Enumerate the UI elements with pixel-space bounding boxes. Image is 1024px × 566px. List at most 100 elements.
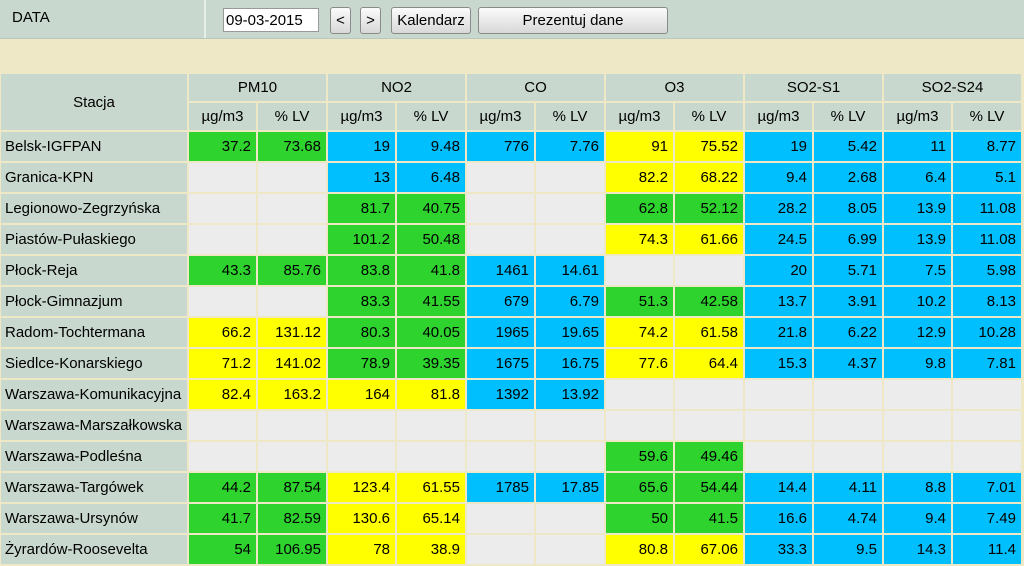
concentration-cell — [467, 163, 534, 192]
limit-percent-cell — [536, 411, 604, 440]
limit-percent-cell: 131.12 — [258, 318, 326, 347]
present-data-button[interactable]: Prezentuj dane — [478, 7, 668, 34]
limit-percent-cell: 73.68 — [258, 132, 326, 161]
limit-percent-cell: 39.35 — [397, 349, 465, 378]
concentration-cell — [328, 442, 395, 471]
station-name: Siedlce-Konarskiego — [1, 349, 187, 378]
concentration-cell: 41.7 — [189, 504, 256, 533]
limit-percent-cell: 14.61 — [536, 256, 604, 285]
table-row: Płock-Gimnazjum 83.3 41.55 679 6.79 51.3 42.58… — [1, 287, 1021, 316]
limit-percent-cell: 81.8 — [397, 380, 465, 409]
unit-header: µg/m3 — [606, 103, 673, 130]
limit-percent-cell: 11.4 — [953, 535, 1021, 564]
concentration-cell — [328, 411, 395, 440]
concentration-cell: 9.4 — [745, 163, 812, 192]
concentration-cell — [189, 287, 256, 316]
concentration-cell: 62.8 — [606, 194, 673, 223]
limit-percent-cell: 85.76 — [258, 256, 326, 285]
limit-percent-cell: 61.58 — [675, 318, 743, 347]
limit-percent-cell: 7.76 — [536, 132, 604, 161]
limit-percent-cell: 17.85 — [536, 473, 604, 502]
limit-percent-cell — [258, 194, 326, 223]
concentration-cell — [606, 380, 673, 409]
limit-percent-cell: 11.08 — [953, 225, 1021, 254]
lv-header: % LV — [536, 103, 604, 130]
limit-percent-cell: 10.28 — [953, 318, 1021, 347]
limit-percent-cell: 75.52 — [675, 132, 743, 161]
pollutant-header: CO — [467, 74, 604, 101]
station-name: Płock-Gimnazjum — [1, 287, 187, 316]
concentration-cell: 20 — [745, 256, 812, 285]
limit-percent-cell: 68.22 — [675, 163, 743, 192]
concentration-cell — [467, 225, 534, 254]
concentration-cell: 77.6 — [606, 349, 673, 378]
station-name: Żyrardów-Roosevelta — [1, 535, 187, 564]
concentration-cell: 21.8 — [745, 318, 812, 347]
calendar-button[interactable]: Kalendarz — [391, 7, 471, 34]
previous-day-button[interactable]: < — [330, 7, 351, 34]
concentration-cell: 13 — [328, 163, 395, 192]
concentration-cell: 28.2 — [745, 194, 812, 223]
concentration-cell: 679 — [467, 287, 534, 316]
limit-percent-cell — [258, 411, 326, 440]
concentration-cell: 9.8 — [884, 349, 951, 378]
limit-percent-cell: 61.55 — [397, 473, 465, 502]
concentration-cell — [745, 380, 812, 409]
concentration-cell: 71.2 — [189, 349, 256, 378]
limit-percent-cell — [814, 442, 882, 471]
limit-percent-cell: 7.81 — [953, 349, 1021, 378]
limit-percent-cell: 40.05 — [397, 318, 465, 347]
station-name: Warszawa-Marszałkowska — [1, 411, 187, 440]
concentration-cell: 82.4 — [189, 380, 256, 409]
concentration-cell: 24.5 — [745, 225, 812, 254]
concentration-cell: 12.9 — [884, 318, 951, 347]
station-name: Warszawa-Komunikacyjna — [1, 380, 187, 409]
limit-percent-cell: 54.44 — [675, 473, 743, 502]
table-row: Płock-Reja 43.3 85.76 83.8 41.8 1461 14.61 20 5.… — [1, 256, 1021, 285]
date-input[interactable] — [223, 8, 319, 32]
limit-percent-cell: 38.9 — [397, 535, 465, 564]
concentration-cell: 11 — [884, 132, 951, 161]
limit-percent-cell: 8.13 — [953, 287, 1021, 316]
table-row: Żyrardów-Roosevelta 54 106.95 78 38.9 80.8 67.… — [1, 535, 1021, 564]
limit-percent-cell — [953, 411, 1021, 440]
limit-percent-cell: 41.55 — [397, 287, 465, 316]
concentration-cell: 65.6 — [606, 473, 673, 502]
concentration-cell — [467, 535, 534, 564]
limit-percent-cell: 3.91 — [814, 287, 882, 316]
limit-percent-cell — [258, 287, 326, 316]
unit-header: µg/m3 — [884, 103, 951, 130]
table-row: Piastów-Pułaskiego 101.2 50.48 74.3 61.66 24.… — [1, 225, 1021, 254]
concentration-cell — [606, 256, 673, 285]
table-row: Legionowo-Zegrzyńska 81.7 40.75 62.8 52.12 28… — [1, 194, 1021, 223]
table-row: Warszawa-Ursynów 41.7 82.59 130.6 65.14 50 41.… — [1, 504, 1021, 533]
limit-percent-cell: 5.71 — [814, 256, 882, 285]
unit-header: µg/m3 — [189, 103, 256, 130]
table-row: Warszawa-Targówek 44.2 87.54 123.4 61.55 1785… — [1, 473, 1021, 502]
concentration-cell: 50 — [606, 504, 673, 533]
unit-header: µg/m3 — [467, 103, 534, 130]
concentration-cell: 16.6 — [745, 504, 812, 533]
concentration-cell: 776 — [467, 132, 534, 161]
limit-percent-cell: 5.42 — [814, 132, 882, 161]
pollutant-header: PM10 — [189, 74, 326, 101]
limit-percent-cell — [536, 225, 604, 254]
station-name: Warszawa-Podleśna — [1, 442, 187, 471]
limit-percent-cell: 5.98 — [953, 256, 1021, 285]
limit-percent-cell — [536, 442, 604, 471]
measurements-body: Belsk-IGFPAN 37.2 73.68 19 9.48 776 7.76 91 75.5… — [1, 132, 1021, 564]
limit-percent-cell — [536, 535, 604, 564]
limit-percent-cell: 6.79 — [536, 287, 604, 316]
limit-percent-cell — [675, 380, 743, 409]
limit-percent-cell — [675, 411, 743, 440]
limit-percent-cell: 87.54 — [258, 473, 326, 502]
limit-percent-cell: 64.4 — [675, 349, 743, 378]
limit-percent-cell — [536, 163, 604, 192]
concentration-cell — [189, 194, 256, 223]
limit-percent-cell: 50.48 — [397, 225, 465, 254]
next-day-button[interactable]: > — [360, 7, 381, 34]
pollutant-header: SO2-S24 — [884, 74, 1021, 101]
concentration-cell: 15.3 — [745, 349, 812, 378]
concentration-cell: 80.8 — [606, 535, 673, 564]
limit-percent-cell: 106.95 — [258, 535, 326, 564]
